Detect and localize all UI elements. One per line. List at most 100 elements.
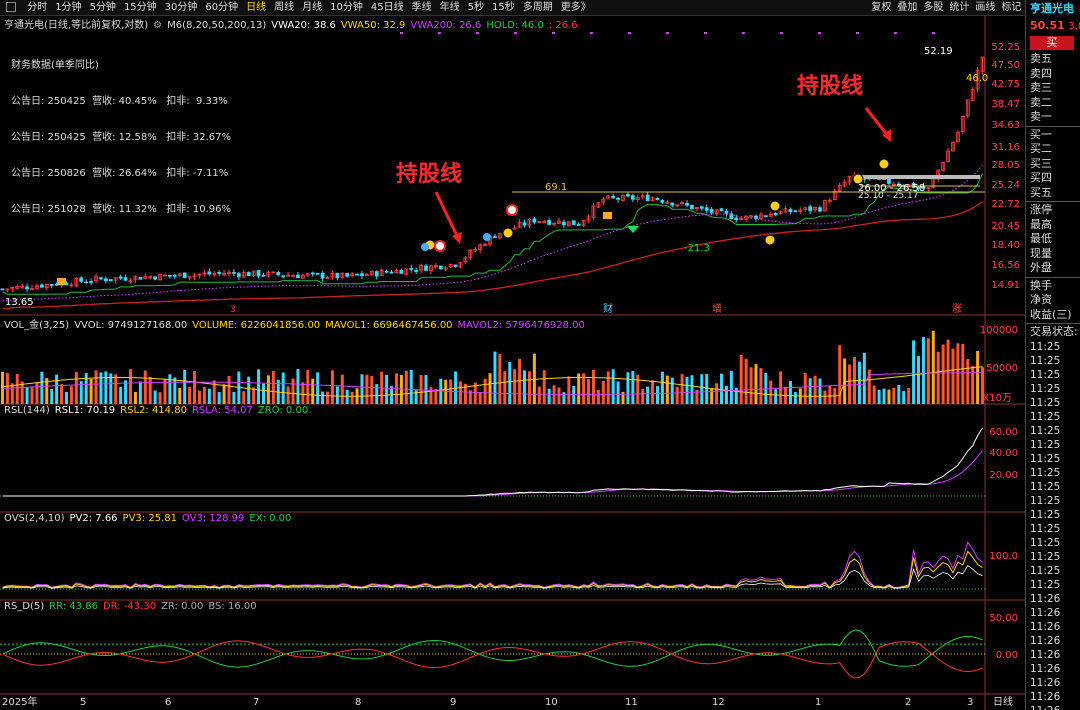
volume-bar (286, 386, 290, 404)
period-tab[interactable]: 分时 (23, 0, 51, 15)
candle-body (118, 276, 123, 279)
period-tab[interactable]: 季线 (408, 0, 436, 15)
blue-marker (421, 243, 429, 251)
date-tick: 9 (450, 697, 456, 708)
period-tab[interactable]: 更多》 (557, 0, 595, 15)
finance-panel: 财务数据(单季同比) 公告日: 250425 营收: 40.45% 扣非: 9.… (11, 36, 231, 228)
volume-bar (458, 381, 462, 404)
ask-level: 卖三 (1030, 81, 1052, 94)
tool-button[interactable]: 复权 (868, 0, 894, 15)
candle-body (409, 268, 414, 270)
volume-bar (857, 361, 861, 404)
period-tab[interactable]: 多周期 (519, 0, 557, 15)
period-tab[interactable]: 30分钟 (161, 0, 202, 15)
candle-body (670, 202, 675, 206)
hold2-label: : 26.6 (548, 20, 578, 31)
volume-bar (537, 386, 541, 404)
tool-button[interactable]: 标记 (998, 0, 1024, 15)
tool-button[interactable]: 统计 (946, 0, 972, 15)
quote-stat: 现量 (1030, 246, 1052, 260)
bid-level: 买五 (1030, 185, 1052, 199)
ovs-name: OVS(2,4,10) (4, 513, 65, 524)
volume-bar (193, 371, 197, 404)
candle-body (384, 270, 389, 273)
volume-bar (626, 372, 630, 404)
candle-body (315, 272, 320, 275)
tick-time: 11:25 (1030, 452, 1061, 465)
tool-button[interactable]: 多股 (920, 0, 946, 15)
volume-bar (370, 376, 374, 404)
price-tick: 20.45 (991, 221, 1020, 232)
tool-button[interactable]: 叠加 (894, 0, 920, 15)
volume-bar (670, 377, 674, 404)
tick-time: 11:25 (1030, 578, 1061, 591)
volume-bar (887, 389, 891, 404)
period-tab[interactable]: 15秒 (488, 0, 519, 15)
price-line: 50.51 3.0 (1026, 18, 1080, 34)
buy-button[interactable]: 买 (1030, 36, 1074, 50)
volume-bar (335, 386, 339, 404)
candle-body (645, 194, 650, 202)
volume-bar (793, 392, 797, 404)
tick-time: 11:25 (1030, 424, 1061, 437)
divider (1026, 201, 1080, 202)
volume-bar (966, 359, 970, 404)
tick-time: 11:26 (1030, 676, 1061, 689)
period-tab[interactable]: 周线 (270, 0, 298, 15)
rsl-title: RSL(144) RSL1: 70.19 RSL2: 414.80 RSLA: 54.… (4, 405, 313, 416)
period-tab[interactable]: 日线 (242, 0, 270, 15)
period-tab[interactable]: 60分钟 (201, 0, 242, 15)
volume-bar (931, 330, 935, 404)
rsd-tick: 0.00 (996, 650, 1018, 661)
mavol1-value: MAVOL1: 6696467456.00 (325, 320, 453, 331)
tool-button[interactable]: 画线 (972, 0, 998, 15)
date-tick: 2 (905, 697, 911, 708)
candle-body (773, 212, 778, 216)
candle-body (571, 220, 576, 225)
volume-bar (148, 376, 152, 404)
volume-bar (523, 370, 527, 404)
candle-body (374, 271, 379, 277)
candle-body (493, 236, 497, 239)
candle-body (438, 265, 443, 270)
candle-body (138, 276, 143, 280)
period-tab[interactable]: 45日线 (367, 0, 408, 15)
bid-level: 买四 (1030, 171, 1052, 184)
period-tab[interactable]: 15分钟 (120, 0, 161, 15)
window-icon[interactable] (6, 2, 16, 12)
ask-level: 卖二 (1030, 95, 1052, 109)
candle-body (0, 288, 5, 291)
stock-name[interactable]: 亨通光电 (1026, 0, 1080, 18)
candle-body (788, 209, 793, 213)
volume-bar (15, 373, 19, 404)
volume-bar (429, 387, 433, 404)
candle-body (532, 218, 537, 223)
volume-bar (655, 386, 659, 404)
period-tab[interactable]: 月线 (298, 0, 326, 15)
gear-icon[interactable]: ⚙ (153, 20, 162, 31)
date-tick: 7 (253, 697, 259, 708)
period-tab[interactable]: 年线 (436, 0, 464, 15)
tick-time: 11:26 (1030, 606, 1061, 619)
date-tick: 5 (80, 697, 86, 708)
vol-tick: 50000 (986, 363, 1018, 374)
volume-bar (577, 373, 581, 404)
vol-tick: 100000 (980, 325, 1018, 336)
mavol2-value: MAVOL2: 5796476928.00 (457, 320, 585, 331)
volume-bar (872, 385, 876, 404)
volume-bar (10, 383, 14, 404)
period-tab[interactable]: 10分钟 (326, 0, 367, 15)
event-tag: 增 (712, 302, 722, 315)
volume-bar (222, 384, 226, 404)
volume-bar (306, 370, 310, 404)
tick-time: 11:26 (1030, 662, 1061, 675)
candle-body (793, 210, 798, 213)
candle-body (547, 220, 552, 225)
rsl2-value: RSL2: 414.80 (120, 405, 187, 416)
volume-bar (64, 391, 68, 404)
vol-unit: X10万 (982, 393, 1012, 404)
period-tab[interactable]: 1分钟 (51, 0, 85, 15)
period-tab[interactable]: 5秒 (464, 0, 488, 15)
period-tab[interactable]: 5分钟 (86, 0, 120, 15)
quote-stat: 换手 (1030, 278, 1052, 292)
